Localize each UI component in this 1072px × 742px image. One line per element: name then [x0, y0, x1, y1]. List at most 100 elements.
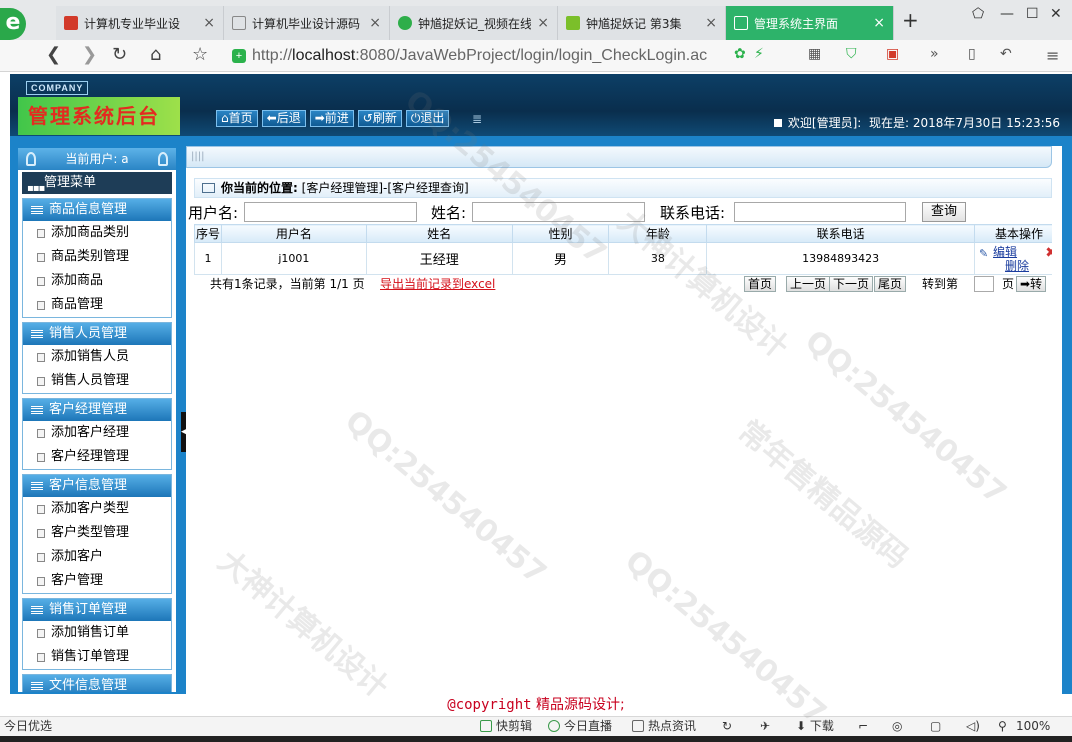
compat-mode-icon[interactable]: ✿ — [734, 46, 746, 62]
zoom-level[interactable]: 100% — [1016, 717, 1050, 735]
more-extensions-icon[interactable]: » — [930, 46, 939, 62]
drag-handle-icon: |||| — [191, 151, 205, 162]
close-window-icon[interactable]: ✕ — [1050, 6, 1062, 22]
group-icon — [31, 606, 43, 614]
restore-icon[interactable]: ↻ — [722, 717, 732, 735]
status-item-clip[interactable]: 快剪辑 — [480, 717, 532, 735]
page-icon — [37, 629, 45, 638]
tab-close-icon[interactable]: × — [203, 15, 215, 31]
refresh-button[interactable]: ↺刷新 — [357, 110, 402, 127]
sidebar-item-add-sales-order[interactable]: 添加销售订单 — [23, 621, 171, 645]
back-button[interactable]: ⬅后退 — [261, 110, 306, 127]
skin-icon[interactable]: ⬠ — [972, 6, 984, 22]
maximize-icon[interactable]: ☐ — [1026, 6, 1039, 22]
group-title[interactable]: 文件信息管理 — [23, 675, 171, 692]
sidebar-item-customer-type-manage[interactable]: 客户类型管理 — [23, 521, 171, 545]
sidebar-item-add-account-manager[interactable]: 添加客户经理 — [23, 421, 171, 445]
cell-phone: 13984893423 — [706, 242, 976, 275]
status-left-text[interactable]: 今日优选 — [4, 717, 52, 735]
menu-group-customer: 客户信息管理 添加客户类型 客户类型管理 添加客户 客户管理 — [22, 474, 172, 594]
username-input[interactable] — [244, 202, 417, 222]
home-button[interactable]: ⌂首页 — [216, 110, 258, 127]
new-tab-button[interactable]: + — [902, 8, 919, 32]
sidebar-item-goods-category-manage[interactable]: 商品类别管理 — [23, 245, 171, 269]
sidebar-item-customer-manage[interactable]: 客户管理 — [23, 569, 171, 593]
group-title[interactable]: 客户经理管理 — [23, 399, 171, 421]
name-label: 姓名: — [431, 204, 467, 222]
page-number-input[interactable] — [974, 276, 994, 292]
reload-icon[interactable]: ↻ — [112, 44, 127, 65]
tab-4[interactable]: 钟馗捉妖记 第3集 × — [558, 6, 726, 40]
minimize-icon[interactable]: — — [1000, 6, 1014, 22]
forward-icon[interactable]: ❯ — [82, 44, 97, 65]
tab-close-icon[interactable]: × — [873, 15, 885, 31]
back-icon[interactable]: ❮ — [46, 44, 61, 65]
home-icon[interactable]: ⌂ — [150, 44, 161, 65]
name-input[interactable] — [472, 202, 645, 222]
browser-icon[interactable]: ◎ — [892, 717, 902, 735]
tab-close-icon[interactable]: × — [537, 15, 549, 31]
query-button[interactable]: 查询 — [922, 202, 966, 222]
go-button[interactable]: ➡转 — [1016, 276, 1047, 292]
group-title[interactable]: 销售人员管理 — [23, 323, 171, 345]
phone-input[interactable] — [734, 202, 906, 222]
sidebar-item-sales-order-manage[interactable]: 销售订单管理 — [23, 645, 171, 669]
group-icon — [31, 330, 43, 338]
sidebar-item-account-manager-manage[interactable]: 客户经理管理 — [23, 445, 171, 469]
logout-button[interactable]: ⏻退出 — [405, 110, 450, 127]
tab-2[interactable]: 计算机毕业设计源码 × — [224, 6, 390, 40]
group-title[interactable]: 客户信息管理 — [23, 475, 171, 497]
menu-group-goods: 商品信息管理 添加商品类别 商品类别管理 添加商品 商品管理 — [22, 198, 172, 318]
tab-close-icon[interactable]: × — [369, 15, 381, 31]
edit-link[interactable]: 编辑 — [981, 245, 1052, 259]
tools-icon[interactable]: ✈ — [760, 717, 770, 735]
sidebar-toggle-icon[interactable]: ▯ — [968, 46, 976, 62]
screenshot-icon[interactable]: ⌐ — [858, 717, 868, 735]
zoom-icon[interactable]: ⚲ — [998, 717, 1007, 735]
window-icon[interactable]: ▢ — [930, 717, 941, 735]
tab-1[interactable]: 计算机专业毕业设 × — [56, 6, 224, 40]
apps-icon[interactable]: ▦ — [808, 46, 821, 62]
last-page-button[interactable]: 尾页 — [874, 276, 907, 292]
url-field[interactable]: + http://localhost:8080/JavaWebProject/lo… — [232, 44, 772, 68]
next-page-button[interactable]: 下一页 — [829, 276, 874, 292]
forward-button[interactable]: ➡前进 — [309, 110, 354, 127]
delete-x-icon[interactable]: ✖ — [1045, 245, 1052, 261]
security-icon[interactable]: ⛉ — [846, 46, 857, 62]
sidebar-item-add-customer[interactable]: 添加客户 — [23, 545, 171, 569]
undo-icon[interactable]: ↶ — [1000, 46, 1012, 62]
sidebar-item-add-sales-staff[interactable]: 添加销售人员 — [23, 345, 171, 369]
top-menu-icon[interactable]: ≣ — [472, 112, 482, 126]
sidebar-item-sales-staff-manage[interactable]: 销售人员管理 — [23, 369, 171, 393]
group-title[interactable]: 销售订单管理 — [23, 599, 171, 621]
speaker-icon[interactable]: ◁) — [966, 717, 980, 735]
status-item-live[interactable]: 今日直播 — [548, 717, 612, 735]
adblock-icon[interactable]: ▣ — [886, 46, 899, 62]
speed-mode-icon[interactable]: ⚡ — [754, 46, 764, 62]
menu-group-file: 文件信息管理 — [22, 674, 172, 692]
col-header: 年龄 — [608, 224, 708, 243]
status-item-download[interactable]: ⬇ 下载 — [796, 717, 834, 735]
tab-3[interactable]: 钟馗捉妖记_视频在线 × — [390, 6, 558, 40]
delete-link[interactable]: 删除 — [981, 259, 1052, 273]
first-page-button[interactable]: 首页 — [744, 276, 777, 292]
content-area: 你当前的位置: [客户经理管理]-[客户经理查询] 用户名: 姓名: 联系电话:… — [186, 172, 1052, 672]
sidebar-item-add-goods-category[interactable]: 添加商品类别 — [23, 221, 171, 245]
forward-arrow-icon: ➡ — [314, 111, 325, 125]
tab-close-icon[interactable]: × — [705, 15, 717, 31]
status-item-news[interactable]: 热点资讯 — [632, 717, 696, 735]
main-panel: |||| 你当前的位置: [客户经理管理]-[客户经理查询] 用户名: 姓名: … — [186, 146, 1062, 694]
bookmark-star-icon[interactable]: ☆ — [192, 44, 208, 65]
sidebar-item-goods-manage[interactable]: 商品管理 — [23, 293, 171, 317]
group-icon — [31, 482, 43, 490]
tab-5-active[interactable]: 管理系统主界面 × — [726, 6, 894, 40]
sidebar-item-add-customer-type[interactable]: 添加客户类型 — [23, 497, 171, 521]
group-title[interactable]: 商品信息管理 — [23, 199, 171, 221]
menu-icon[interactable]: ≡ — [1046, 46, 1059, 65]
export-excel-link[interactable]: 导出当前记录到excel — [380, 272, 495, 296]
sidebar-item-add-goods[interactable]: 添加商品 — [23, 269, 171, 293]
col-header: 基本操作 — [974, 224, 1052, 243]
browser-logo-icon: e — [0, 8, 26, 40]
prev-page-button[interactable]: 上一页 — [786, 276, 831, 292]
menu-title: ▪▪▪ 管理菜单 — [22, 172, 172, 194]
